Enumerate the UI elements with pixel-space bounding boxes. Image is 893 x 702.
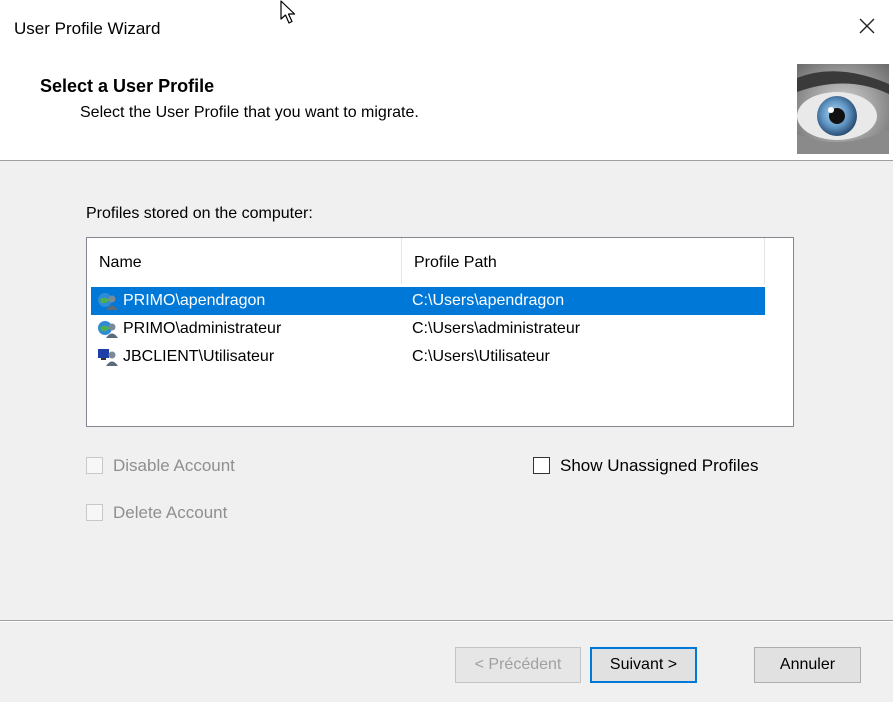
back-button[interactable]: < Précédent <box>455 647 581 683</box>
profile-name: PRIMO\apendragon <box>123 292 266 309</box>
profile-path: C:\Users\administrateur <box>412 320 581 337</box>
next-button[interactable]: Suivant > <box>590 647 697 683</box>
profiles-label: Profiles stored on the computer: <box>86 205 313 222</box>
column-header-profile-path[interactable]: Profile Path <box>402 238 765 284</box>
profiles-listview[interactable]: Name Profile Path PRIMO\apendragon C:\Us… <box>86 237 794 427</box>
show-unassigned-label[interactable]: Show Unassigned Profiles <box>560 455 758 477</box>
profile-path: C:\Users\apendragon <box>412 292 565 309</box>
page-subtitle: Select the User Profile that you want to… <box>80 104 419 121</box>
delete-account-checkbox[interactable] <box>86 504 103 521</box>
profile-path: C:\Users\Utilisateur <box>412 348 550 365</box>
column-header-name[interactable]: Name <box>87 238 402 284</box>
show-unassigned-checkbox[interactable] <box>533 457 550 474</box>
page-title: Select a User Profile <box>40 76 215 96</box>
cancel-button[interactable]: Annuler <box>754 647 861 683</box>
close-icon <box>859 18 875 34</box>
profile-row[interactable]: PRIMO\apendragon C:\Users\apendragon <box>91 287 765 315</box>
footer-divider <box>0 620 893 622</box>
domain-user-icon <box>98 321 118 338</box>
delete-account-label: Delete Account <box>113 503 228 522</box>
disable-account-checkbox[interactable] <box>86 457 103 474</box>
profile-name: JBCLIENT\Utilisateur <box>123 348 275 365</box>
domain-user-icon <box>98 293 118 310</box>
profile-row[interactable]: PRIMO\administrateur C:\Users\administra… <box>91 315 765 343</box>
wizard-content: Profiles stored on the computer: Name Pr… <box>0 161 893 621</box>
disable-account-label: Disable Account <box>113 456 235 475</box>
local-user-icon <box>98 349 118 366</box>
listview-header: Name Profile Path <box>87 238 793 284</box>
window-title: User Profile Wizard <box>14 19 161 38</box>
eye-logo-icon <box>797 64 889 154</box>
profile-name: PRIMO\administrateur <box>123 320 282 337</box>
mouse-cursor-icon <box>280 0 296 24</box>
wizard-header: Select a User Profile Select the User Pr… <box>0 60 893 161</box>
profile-row[interactable]: JBCLIENT\Utilisateur C:\Users\Utilisateu… <box>91 343 765 371</box>
close-button[interactable] <box>855 14 879 38</box>
title-bar: User Profile Wizard <box>0 0 893 60</box>
